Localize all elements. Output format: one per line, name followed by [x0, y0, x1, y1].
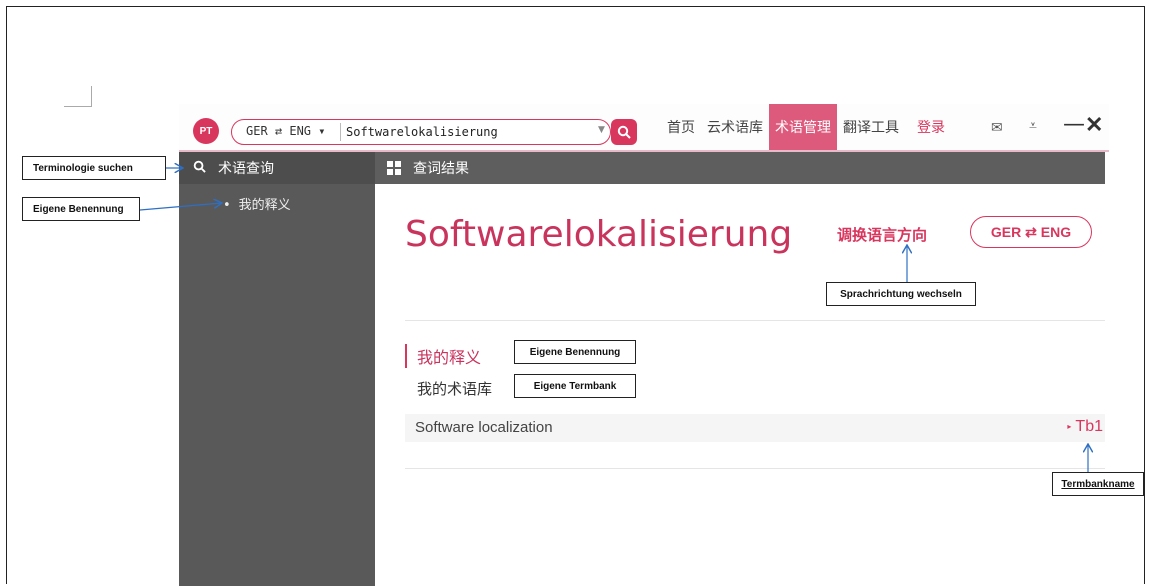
term-title: Softwarelokalisierung	[405, 214, 793, 255]
nav-home[interactable]: 首页	[661, 104, 701, 150]
annotation-terminologie-suchen: Terminologie suchen	[22, 156, 166, 180]
annotation-eigene-benennung-main: Eigene Benennung	[514, 340, 636, 364]
search-bar: GER ⇄ ENG ▾ ▼	[231, 119, 611, 145]
results-header: 查词结果	[375, 152, 1105, 184]
annotation-termbankname-label: Termbankname	[1061, 478, 1135, 490]
nav-translation-tools[interactable]: 翻译工具	[837, 104, 905, 150]
results-title: 查词结果	[413, 161, 469, 177]
divider	[405, 320, 1105, 321]
app-window: PT GER ⇄ ENG ▾ ▼ 首页 云术语库 术语管理 翻译工具 登录 ✉ …	[179, 104, 1109, 586]
close-icon[interactable]: ✕	[1085, 112, 1103, 138]
termbank-link[interactable]: ▸ Tb1	[1067, 418, 1103, 436]
language-selector[interactable]: GER ⇄ ENG ▾	[246, 124, 325, 138]
search-divider	[340, 123, 341, 141]
sidebar-header[interactable]: 术语查询	[179, 152, 375, 184]
top-bar: PT GER ⇄ ENG ▾ ▼ 首页 云术语库 术语管理 翻译工具 登录 ✉ …	[179, 104, 1109, 152]
bullet-icon: •	[223, 198, 231, 213]
main-panel: 查词结果 Softwarelokalisierung 调换语言方向 GER ⇄ …	[375, 152, 1109, 586]
grid-icon	[387, 161, 401, 175]
annotation-sprachrichtung: Sprachrichtung wechseln	[826, 282, 976, 306]
section-my-termbank: 我的术语库	[417, 380, 493, 398]
search-button[interactable]	[611, 119, 637, 145]
menu-dropdown-icon[interactable]: ⩡	[1029, 118, 1037, 134]
margin-mark-horizontal	[64, 106, 92, 107]
search-icon	[617, 125, 631, 139]
switch-direction-link[interactable]: 调换语言方向	[837, 224, 927, 245]
sidebar-title: 术语查询	[218, 161, 274, 177]
main-nav: 首页 云术语库 术语管理 翻译工具 登录	[661, 104, 951, 150]
annotation-eigene-benennung-sidebar: Eigene Benennung	[22, 197, 140, 221]
result-term: Software localization	[415, 419, 553, 436]
search-icon	[193, 160, 206, 177]
login-link[interactable]: 登录	[911, 104, 951, 150]
annotation-termbankname: Termbankname	[1052, 472, 1144, 496]
mail-icon[interactable]: ✉	[991, 120, 1003, 136]
logo: PT	[193, 118, 219, 144]
language-direction-toggle[interactable]: GER ⇄ ENG	[970, 216, 1092, 248]
margin-mark-vertical	[91, 86, 92, 107]
search-input[interactable]	[346, 122, 586, 142]
sidebar: 术语查询 • 我的释义	[179, 152, 375, 586]
result-row[interactable]: Software localization ▸ Tb1	[405, 414, 1105, 442]
annotation-eigene-termbank: Eigene Termbank	[514, 374, 636, 398]
sidebar-item-label: 我的释义	[238, 198, 291, 213]
nav-cloud-termbase[interactable]: 云术语库	[701, 104, 769, 150]
section-my-definition: 我的释义	[405, 344, 481, 368]
termbank-name: Tb1	[1075, 418, 1103, 435]
triangle-right-icon: ▸	[1067, 422, 1072, 432]
minimize-icon[interactable]: —	[1063, 112, 1085, 137]
nav-term-management[interactable]: 术语管理	[769, 104, 837, 150]
divider	[405, 468, 1105, 469]
history-dropdown-icon[interactable]: ▼	[598, 125, 605, 135]
sidebar-item-my-definition[interactable]: • 我的释义	[223, 194, 291, 213]
